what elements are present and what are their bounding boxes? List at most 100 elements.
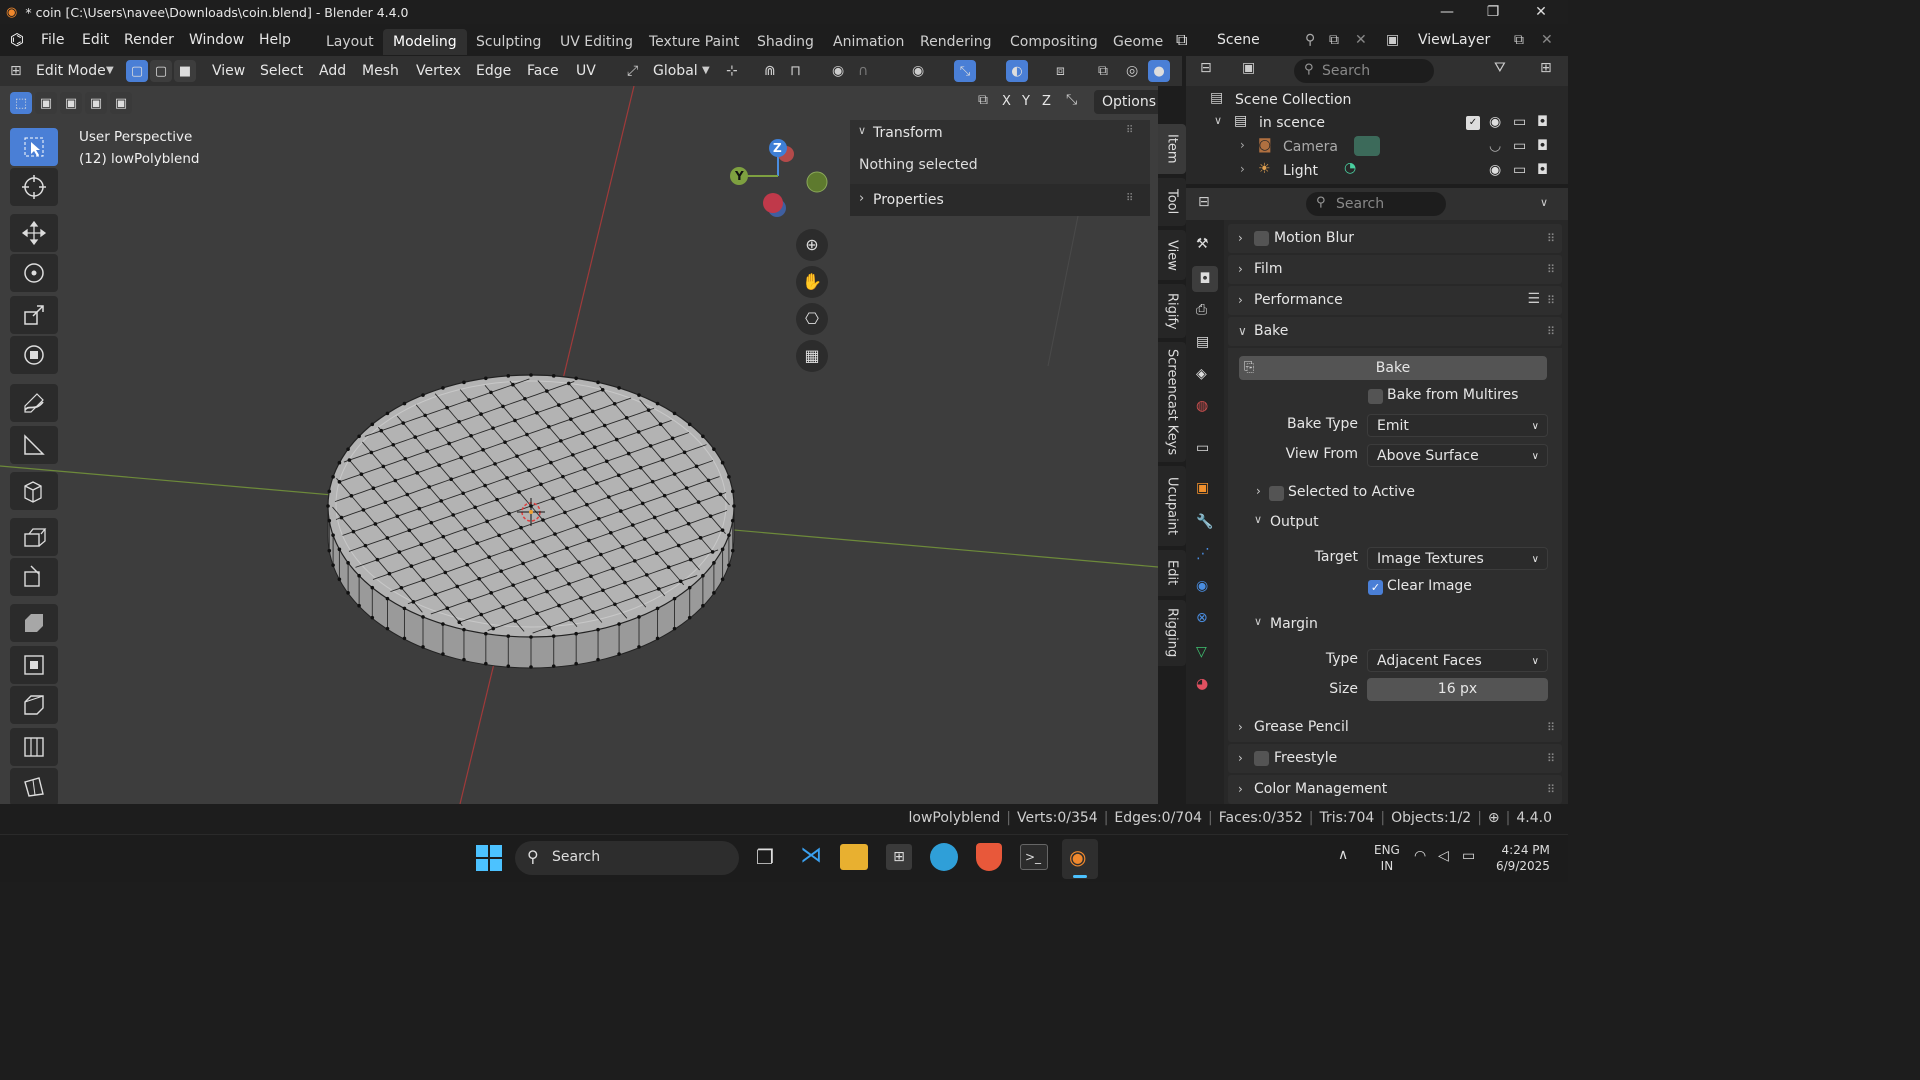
- knife-tool[interactable]: [10, 728, 58, 766]
- collection-tab-icon[interactable]: ▭: [1196, 440, 1209, 456]
- filter-icon[interactable]: ⛛: [1494, 60, 1506, 76]
- collection-label[interactable]: in scence: [1259, 115, 1325, 131]
- visibility-icon[interactable]: ◉: [912, 56, 924, 86]
- vertex-select-icon[interactable]: ▢: [126, 60, 148, 82]
- chevron-down-icon[interactable]: ∨: [1214, 114, 1222, 127]
- tab-rendering[interactable]: Rendering: [910, 29, 1002, 55]
- clock[interactable]: 4:24 PM 6/9/2025: [1496, 842, 1550, 874]
- loop-cut-tool[interactable]: [10, 686, 58, 724]
- minimize-button[interactable]: —: [1424, 0, 1470, 24]
- data-tab-icon[interactable]: ▽: [1196, 644, 1207, 660]
- rotate-tool[interactable]: [10, 254, 58, 292]
- tab-view[interactable]: View: [1158, 230, 1186, 280]
- mirror-x[interactable]: X: [1002, 94, 1011, 109]
- tab-edit[interactable]: Edit: [1158, 550, 1186, 596]
- output-subpanel-label[interactable]: Output: [1270, 514, 1319, 530]
- tab-compositing[interactable]: Compositing: [1000, 29, 1108, 55]
- options-dropdown[interactable]: Options ▼: [1094, 90, 1158, 114]
- pin-icon[interactable]: ⚲: [1305, 24, 1315, 56]
- chevron-down-icon[interactable]: ∨: [858, 124, 866, 137]
- snap-icon[interactable]: ⋒: [764, 56, 776, 86]
- bake-from-multires-checkbox[interactable]: [1368, 389, 1383, 404]
- properties-panel-header[interactable]: Properties: [873, 192, 944, 208]
- tab-rigify[interactable]: Rigify: [1158, 284, 1186, 338]
- inset-faces-tool[interactable]: [10, 604, 58, 642]
- add-cube-tool[interactable]: [10, 472, 58, 510]
- chevron-right-icon[interactable]: ›: [859, 191, 864, 206]
- panel-film[interactable]: › Film ⠿: [1228, 255, 1562, 284]
- mode-dropdown[interactable]: Edit Mode: [36, 56, 106, 86]
- camera-view-icon[interactable]: ⎔: [796, 303, 828, 335]
- menu-face[interactable]: Face: [527, 56, 559, 86]
- view-layer-name[interactable]: ViewLayer: [1418, 24, 1490, 56]
- bake-button[interactable]: Bake: [1239, 356, 1547, 380]
- solid-shading-icon[interactable]: ●: [1148, 60, 1170, 82]
- panel-bake[interactable]: ∨ Bake ⠿: [1228, 317, 1562, 346]
- chevron-up-icon[interactable]: ∧: [1338, 847, 1348, 863]
- snap-target-icon[interactable]: ⊓: [790, 56, 801, 86]
- display-mode-icon[interactable]: ▣: [1242, 60, 1255, 76]
- eye-icon[interactable]: ◉: [1489, 162, 1501, 178]
- bake-type-dropdown[interactable]: Emit ∨: [1367, 414, 1548, 437]
- language-indicator[interactable]: ENG IN: [1374, 842, 1400, 874]
- chevron-right-icon[interactable]: ›: [1256, 484, 1261, 498]
- properties-search-input[interactable]: Search: [1306, 192, 1446, 216]
- pivot-point-icon[interactable]: ⊹: [726, 56, 738, 86]
- tab-geometry-nodes[interactable]: Geome: [1103, 29, 1163, 55]
- tab-animation[interactable]: Animation: [823, 29, 914, 55]
- zoom-icon[interactable]: ⊕: [796, 229, 828, 261]
- menu-view[interactable]: View: [212, 56, 245, 86]
- view-from-dropdown[interactable]: Above Surface ∨: [1367, 444, 1548, 467]
- xray-icon[interactable]: ⧉: [1098, 56, 1108, 86]
- monitor-icon[interactable]: ▭: [1513, 162, 1526, 178]
- object-tab-icon[interactable]: ▣: [1196, 480, 1209, 496]
- tab-shading[interactable]: Shading: [747, 29, 824, 55]
- margin-type-dropdown[interactable]: Adjacent Faces ∨: [1367, 649, 1548, 672]
- transform-tool[interactable]: [10, 336, 58, 374]
- menu-window[interactable]: Window: [189, 24, 244, 56]
- wifi-icon[interactable]: ◠: [1414, 848, 1426, 864]
- new-scene-icon[interactable]: ⧉: [1329, 24, 1339, 56]
- mesh-edit-overlay-icon[interactable]: ⧈: [1056, 56, 1065, 86]
- modifier-tab-icon[interactable]: 🔧: [1196, 514, 1213, 530]
- extrude-region-tool[interactable]: [10, 518, 58, 556]
- cursor-tool[interactable]: [10, 168, 58, 206]
- falloff-icon[interactable]: ∩: [858, 56, 868, 86]
- poly-build-tool[interactable]: [10, 768, 58, 804]
- menu-vertex[interactable]: Vertex: [416, 56, 461, 86]
- panel-performance[interactable]: › Performance ☰ ⠿: [1228, 286, 1562, 315]
- select-invert-icon[interactable]: ▣: [85, 92, 107, 114]
- render-camera-icon[interactable]: ◘: [1537, 138, 1548, 154]
- chevron-down-icon[interactable]: ∨: [1254, 513, 1262, 526]
- constraints-tab-icon[interactable]: ⊗: [1196, 610, 1208, 626]
- render-camera-icon[interactable]: ◘: [1537, 162, 1548, 178]
- tab-rigging[interactable]: Rigging: [1158, 600, 1186, 666]
- transform-panel-header[interactable]: Transform: [873, 125, 943, 141]
- physics-tab-icon[interactable]: ◉: [1196, 578, 1208, 594]
- selected-to-active-label[interactable]: Selected to Active: [1288, 484, 1415, 500]
- editor-type-icon[interactable]: ⊟: [1200, 60, 1212, 76]
- bevel-tool[interactable]: [10, 646, 58, 684]
- margin-size-field[interactable]: 16 px: [1367, 678, 1548, 701]
- battery-icon[interactable]: ▭: [1462, 848, 1475, 864]
- motion-blur-checkbox[interactable]: [1254, 231, 1269, 246]
- scene-collection-label[interactable]: Scene Collection: [1235, 92, 1351, 108]
- tab-screencast-keys[interactable]: Screencast Keys: [1158, 342, 1186, 462]
- store-icon[interactable]: ⊞: [886, 844, 912, 870]
- menu-edge[interactable]: Edge: [476, 56, 511, 86]
- new-view-layer-icon[interactable]: ⧉: [1514, 24, 1524, 56]
- select-subtract-icon[interactable]: ▣: [60, 92, 82, 114]
- chevron-down-icon[interactable]: ∨: [1540, 196, 1548, 209]
- menu-edit[interactable]: Edit: [82, 24, 109, 56]
- volume-icon[interactable]: ◁: [1438, 848, 1449, 864]
- tab-ucupaint[interactable]: Ucupaint: [1158, 466, 1186, 546]
- scale-tool[interactable]: [10, 296, 58, 334]
- tab-texture-paint[interactable]: Texture Paint: [639, 29, 749, 55]
- select-extend-icon[interactable]: ▣: [35, 92, 57, 114]
- tab-modeling[interactable]: Modeling: [383, 29, 467, 55]
- list-icon[interactable]: ☰: [1527, 291, 1540, 307]
- auto-merge-icon[interactable]: ⤡: [1066, 92, 1077, 108]
- new-collection-icon[interactable]: ⊞: [1540, 60, 1552, 76]
- scene-name[interactable]: Scene: [1217, 24, 1260, 56]
- world-tab-icon[interactable]: ◍: [1196, 398, 1208, 414]
